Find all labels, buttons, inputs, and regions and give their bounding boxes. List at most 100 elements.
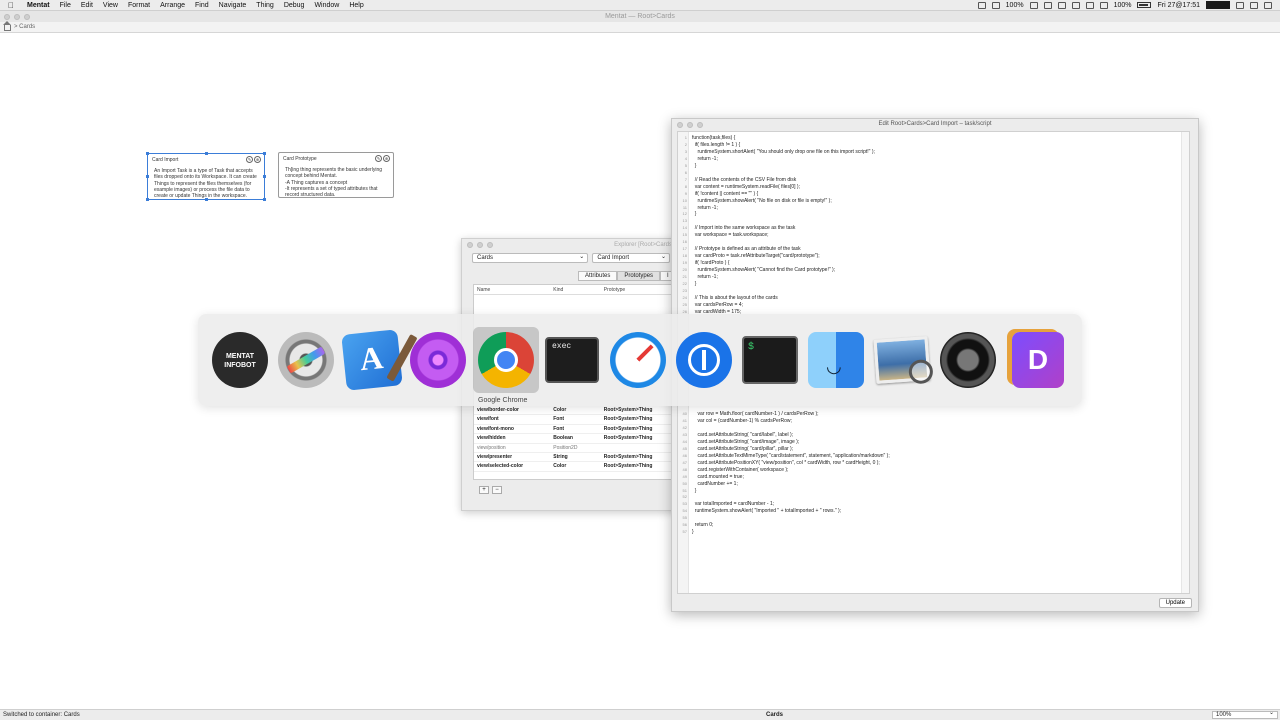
app-google-chrome[interactable] [473, 327, 539, 393]
explorer-minimize-button[interactable] [477, 242, 483, 248]
menu-clock[interactable]: Fri 27@17:51 [1157, 2, 1200, 9]
control-center-icon[interactable] [1250, 1, 1258, 9]
explorer-zoom-button[interactable] [487, 242, 493, 248]
app-xcode[interactable] [341, 329, 403, 391]
app-flower[interactable] [410, 332, 466, 388]
table-row[interactable]: view/font-mono Font Root>System>Thing [474, 425, 681, 435]
line-number: 23 [682, 287, 687, 293]
code-line: 46 card.setAttributeTextMimeType( "card/… [678, 452, 890, 459]
cloud-icon[interactable] [1236, 1, 1244, 9]
resize-handle[interactable] [263, 175, 266, 178]
table-row[interactable]: view/hidden Boolean Root>System>Thing [474, 434, 681, 444]
menu-edit[interactable]: Edit [76, 2, 98, 9]
editor-zoom-button[interactable] [697, 121, 703, 128]
table-row[interactable]: view/presenter String Root>System>Thing [474, 453, 681, 463]
tab-attributes[interactable]: Attributes [578, 271, 618, 281]
resize-handle[interactable] [205, 152, 208, 155]
card-expand-icon[interactable]: ⊕ [383, 155, 390, 162]
editor-scrollbar[interactable] [1181, 132, 1189, 593]
tab-prototypes[interactable]: Prototypes [617, 271, 661, 281]
card-import-title: Card Import [152, 157, 179, 163]
zoom-window-button[interactable] [24, 14, 30, 20]
row-prototype: Root>System>Thing [603, 463, 653, 470]
app-final-cut[interactable] [278, 332, 334, 388]
menu-thing[interactable]: Thing [251, 2, 279, 9]
battery-icon[interactable] [1137, 2, 1152, 8]
menu-debug[interactable]: Debug [279, 2, 310, 9]
volume-icon[interactable] [1099, 1, 1108, 9]
line-number: 41 [682, 418, 687, 423]
thing-select[interactable]: Card Import [592, 253, 670, 263]
code-line: 51 } [678, 487, 697, 494]
editor-minimize-button[interactable] [687, 121, 693, 128]
resize-handle[interactable] [146, 152, 149, 155]
zoom-select[interactable]: 100% [1212, 710, 1278, 719]
clock-icon[interactable] [1029, 1, 1038, 9]
card-prototype[interactable]: Card Prototype Th[ing thing represents t… [278, 152, 394, 198]
menu-find[interactable]: Find [190, 2, 214, 9]
calendar-icon[interactable] [1043, 1, 1052, 9]
preview-icon [873, 336, 931, 384]
line-number: 19 [682, 260, 687, 266]
app-preview[interactable] [873, 332, 931, 388]
column-prototype[interactable]: Prototype [602, 285, 681, 294]
close-window-button[interactable] [4, 14, 10, 20]
row-name: view/hidden [477, 435, 506, 442]
app-safari[interactable] [610, 332, 666, 388]
search-icon[interactable] [1057, 1, 1066, 9]
menu-app-name[interactable]: Mentat [22, 2, 55, 9]
resize-handle[interactable] [263, 198, 266, 201]
home-icon[interactable] [3, 21, 11, 31]
breadcrumb-path[interactable]: > Cards [14, 24, 35, 30]
table-row[interactable]: view/border-color Color Root>System>Thin… [474, 406, 681, 416]
code-line: 57} [678, 528, 694, 535]
resize-handle[interactable] [205, 198, 208, 201]
update-button[interactable]: Update [1158, 598, 1192, 608]
editor-close-button[interactable] [677, 121, 683, 128]
line-number: 47 [682, 459, 687, 465]
card-import[interactable]: Card Import An Import Task is a type of … [146, 152, 266, 201]
menu-format[interactable]: Format [123, 2, 155, 9]
menu-navigate[interactable]: Navigate [214, 2, 252, 9]
app-1password[interactable] [676, 332, 732, 388]
explorer-close-button[interactable] [467, 242, 473, 248]
notification-list-icon[interactable] [1264, 1, 1272, 9]
app-exec[interactable]: exec [544, 332, 600, 388]
table-row[interactable]: view/font Font Root>System>Thing [474, 415, 681, 425]
apple-menu-icon[interactable]:  [0, 1, 22, 10]
mentat-label-1: MENTAT [225, 353, 255, 360]
bluetooth-icon[interactable] [1071, 1, 1080, 9]
line-number: 54 [682, 508, 687, 514]
remove-attribute-button[interactable]: − [492, 486, 502, 494]
menu-window[interactable]: Window [309, 2, 344, 9]
resize-handle[interactable] [263, 152, 266, 155]
app-blurred[interactable] [940, 332, 996, 388]
screen-record-icon[interactable] [977, 1, 986, 9]
column-kind[interactable]: Kind [551, 285, 602, 294]
column-name[interactable]: Name [474, 285, 551, 294]
container-select[interactable]: Cards [472, 253, 589, 263]
table-row[interactable]: view/position Position2D [474, 444, 681, 453]
row-kind: Font [553, 416, 565, 423]
card-expand-icon[interactable]: ⊕ [254, 156, 261, 163]
menu-view[interactable]: View [98, 2, 123, 9]
app-mentat-infobot[interactable]: MENTAT INFOBOT [212, 332, 268, 388]
menu-file[interactable]: File [55, 2, 76, 9]
app-terminal[interactable]: $ [742, 332, 798, 388]
resize-handle[interactable] [146, 198, 149, 201]
minimize-window-button[interactable] [14, 14, 20, 20]
card-edit-icon[interactable]: ✎ [246, 156, 253, 163]
wifi-icon[interactable] [1085, 1, 1094, 9]
user-box-icon[interactable] [1206, 1, 1230, 9]
resize-handle[interactable] [146, 175, 149, 178]
menu-arrange[interactable]: Arrange [155, 2, 190, 9]
app-dash[interactable]: D [1010, 332, 1066, 388]
menu-help[interactable]: Help [344, 2, 368, 9]
play-icon[interactable] [991, 1, 1000, 9]
card-edit-icon[interactable]: ✎ [375, 155, 382, 162]
add-attribute-button[interactable]: + [479, 486, 489, 494]
table-row[interactable]: view/selected-color Color Root>System>Th… [474, 462, 681, 472]
zoom-status[interactable]: 100% [1006, 2, 1024, 9]
app-finder[interactable] [808, 332, 864, 388]
code-line: 43 card.setAttributeString( "card/label"… [678, 431, 794, 438]
